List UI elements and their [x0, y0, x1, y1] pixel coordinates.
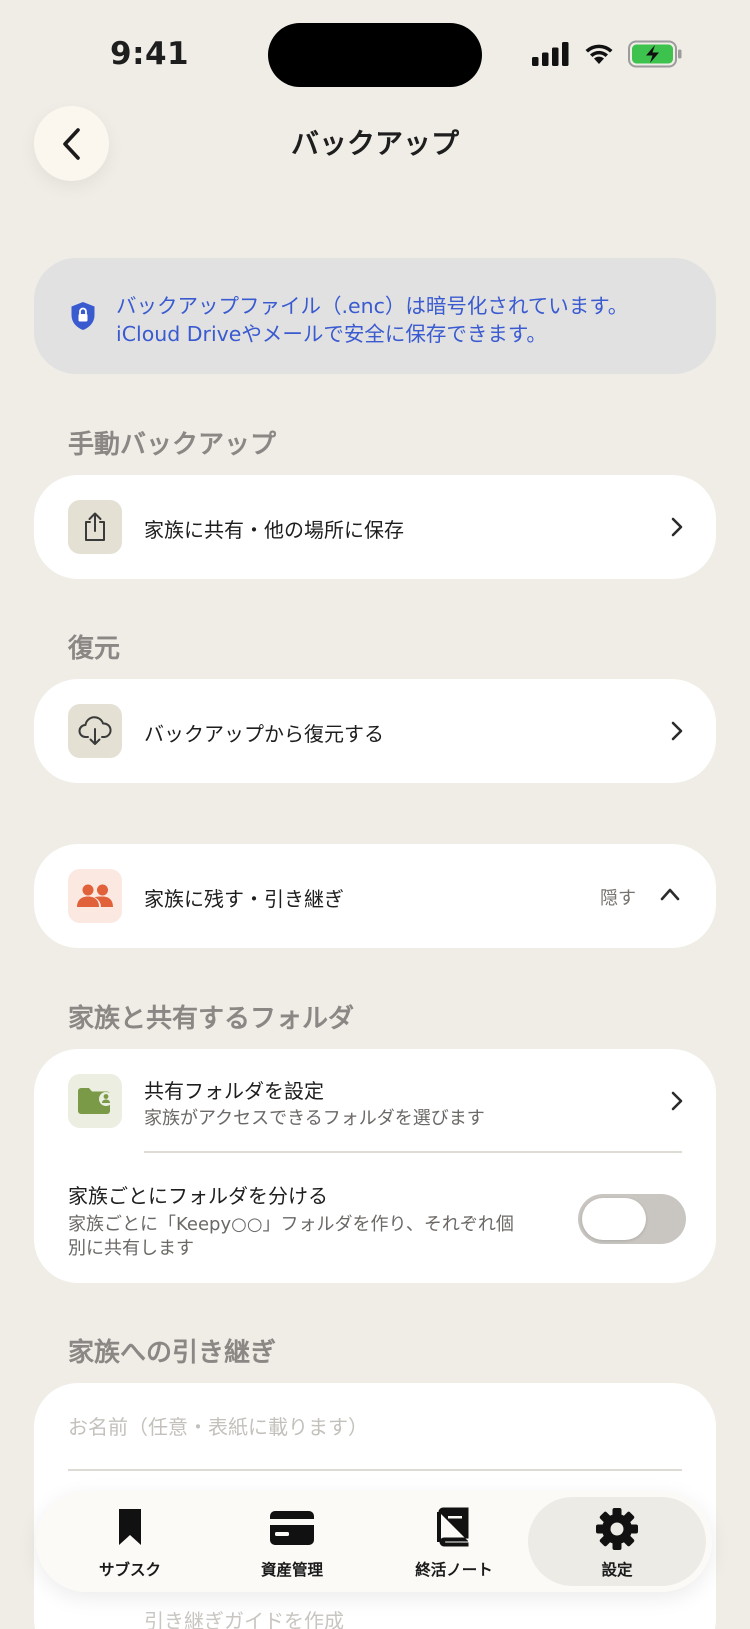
credit-card-icon — [270, 1511, 314, 1545]
section-title-handover: 家族への引き継ぎ — [68, 1338, 277, 1368]
chevron-right-icon — [671, 1091, 683, 1111]
create-guide-label[interactable]: 引き継ぎガイドを作成 — [144, 1605, 344, 1629]
tab-subscription[interactable]: サブスク — [50, 1491, 210, 1592]
battery-charging-icon — [628, 40, 682, 68]
hide-toggle-label[interactable]: 隠す — [600, 884, 636, 910]
dynamic-island — [268, 23, 482, 87]
tab-settings[interactable]: 設定 — [528, 1497, 706, 1586]
tab-label: サブスク — [98, 1561, 161, 1579]
split-folder-desc-line2: 別に共有します — [68, 1238, 194, 1259]
shared-folder-setting-subtitle: 家族がアクセスできるフォルダを選びます — [144, 1108, 485, 1129]
tab-ending-note[interactable]: 終活ノート — [374, 1491, 534, 1592]
split-folder-desc-line1: 家族ごとに「Keepy○○」フォルダを作り、それぞれ個 — [68, 1214, 514, 1235]
bookmark-icon — [119, 1509, 141, 1545]
restore-backup-row[interactable]: バックアップから復元する — [34, 679, 716, 783]
chevron-right-icon — [671, 721, 683, 741]
name-input[interactable] — [68, 1403, 678, 1451]
divider — [68, 1469, 682, 1471]
share-backup-row[interactable]: 家族に共有・他の場所に保存 — [34, 475, 716, 579]
wifi-icon — [585, 44, 613, 64]
toggle-knob — [582, 1198, 646, 1240]
split-folder-title: 家族ごとにフォルダを分ける — [68, 1184, 328, 1208]
section-title-shared-folder: 家族と共有するフォルダ — [68, 1004, 355, 1034]
book-icon — [437, 1507, 469, 1547]
gear-icon — [596, 1508, 638, 1550]
page-title: バックアップ — [290, 127, 459, 160]
shared-folder-card: 共有フォルダを設定 家族がアクセスできるフォルダを選びます 家族ごとにフォルダを… — [34, 1049, 716, 1283]
encryption-info-banner: バックアップファイル（.enc）は暗号化されています。 iCloud Drive… — [34, 258, 716, 374]
section-title-manual-backup: 手動バックアップ — [68, 430, 277, 460]
people-icon — [68, 869, 122, 923]
shared-folder-setting-row[interactable]: 共有フォルダを設定 家族がアクセスできるフォルダを選びます — [34, 1049, 716, 1151]
info-text-line1: バックアップファイル（.enc）は暗号化されています。 — [116, 294, 629, 318]
share-backup-label: 家族に共有・他の場所に保存 — [144, 518, 404, 542]
shared-folder-icon — [68, 1074, 122, 1128]
status-time: 9:41 — [110, 36, 190, 72]
shield-lock-icon — [71, 302, 95, 330]
cloud-download-icon — [68, 704, 122, 758]
info-text-line2: iCloud Driveやメールで安全に保存できます。 — [116, 322, 547, 346]
shared-folder-setting-title: 共有フォルダを設定 — [144, 1079, 324, 1103]
tab-label: 終活ノート — [415, 1561, 493, 1579]
family-legacy-row[interactable]: 家族に残す・引き継ぎ 隠す — [34, 844, 716, 948]
chevron-up-icon[interactable] — [660, 887, 680, 901]
cellular-signal-icon — [532, 42, 569, 66]
tab-label: 設定 — [601, 1561, 633, 1579]
family-legacy-label: 家族に残す・引き継ぎ — [144, 887, 344, 911]
share-icon — [68, 500, 122, 554]
restore-backup-label: バックアップから復元する — [144, 722, 384, 746]
tab-label: 資産管理 — [260, 1561, 323, 1579]
tab-bar: サブスク 資産管理 終活ノート 設定 — [36, 1491, 712, 1592]
divider — [144, 1151, 682, 1153]
chevron-right-icon — [671, 517, 683, 537]
status-bar: 9:41 — [0, 0, 750, 100]
section-title-restore: 復元 — [68, 634, 121, 664]
split-folder-toggle[interactable] — [578, 1194, 686, 1244]
tab-assets[interactable]: 資産管理 — [212, 1491, 372, 1592]
